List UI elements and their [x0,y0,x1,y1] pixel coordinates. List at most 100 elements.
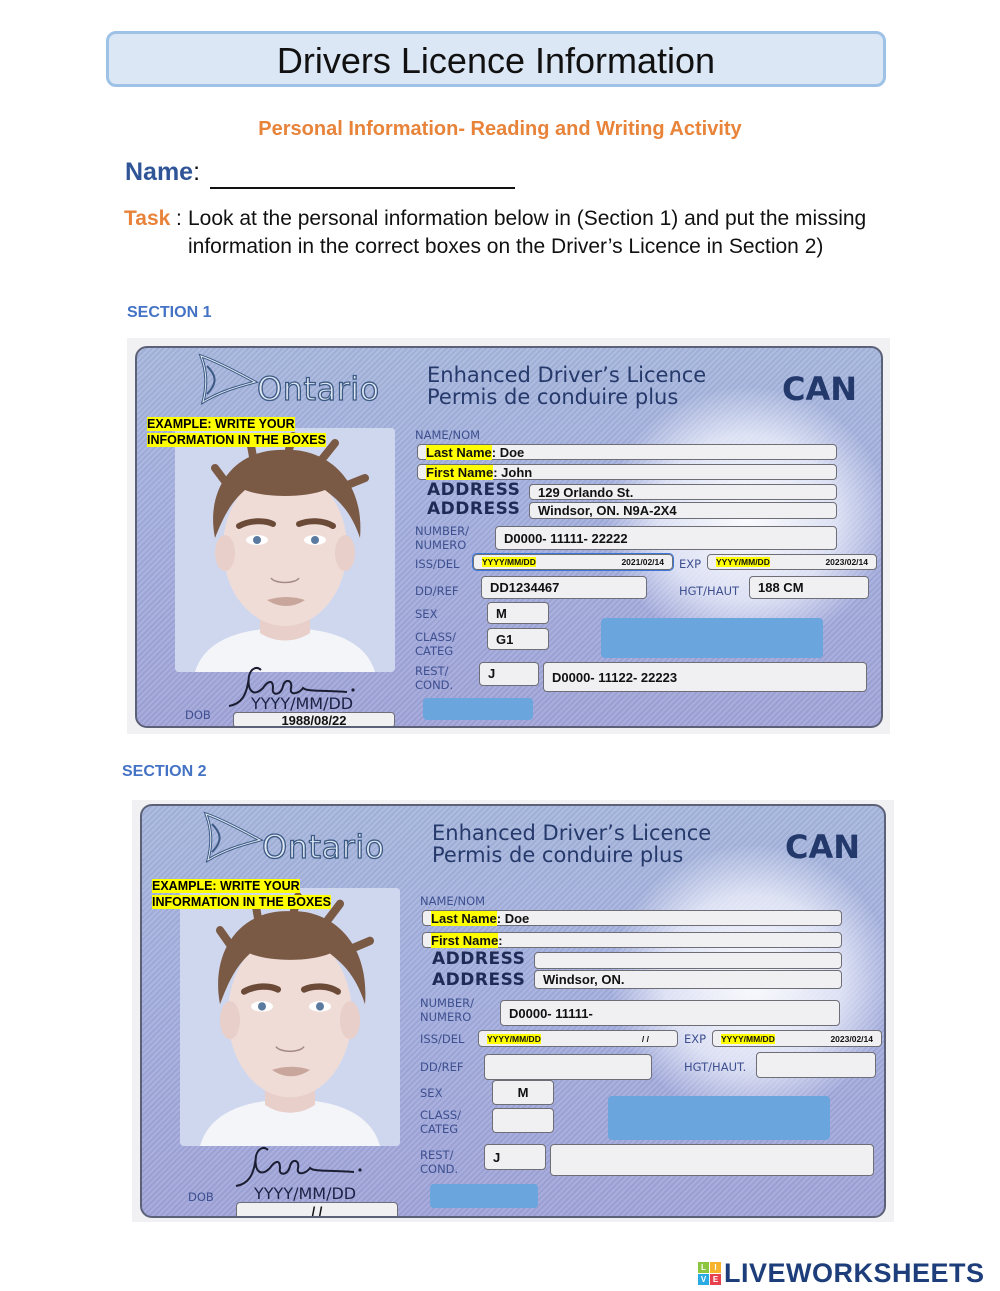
expiry-date-format: YYYY/MM/DD [721,1033,775,1044]
task-instructions: Task : Look at the personal information … [124,205,884,258]
issue-date-value: 2021/02/14 [621,557,664,567]
dob-label: DOB [188,1190,214,1204]
dob-field[interactable]: 1988/08/22 [233,712,395,726]
photo [180,888,400,1146]
redaction-block-small [430,1184,538,1208]
ddref-field[interactable] [484,1054,652,1080]
section-2-label: SECTION 2 [122,763,207,780]
number-label-fr: NUMERO [420,1010,472,1024]
face-portrait-icon [180,888,400,1146]
rest-label: REST/COND. [415,664,453,692]
name-label-text: Name [125,158,194,186]
rest-label-en: REST/ [420,1148,454,1162]
first-name-value: : John [493,464,533,480]
dob-field[interactable]: / / [236,1202,398,1216]
dob-format: YYYY/MM/DD [254,1184,357,1203]
rest-label: REST/COND. [420,1148,458,1176]
sex-field[interactable]: M [487,602,549,624]
ddref-label: DD/REF [415,584,459,598]
section-1-label: SECTION 1 [127,304,212,321]
last-name-label: Last Name [431,910,497,926]
rest-field[interactable]: J [479,662,539,686]
example-instruction: EXAMPLE: WRITE YOUR INFORMATION IN THE B… [147,416,326,448]
live-block-v: V [698,1274,709,1285]
last-name-field[interactable]: Last Name: Doe [422,910,842,926]
rest-label-en: REST/ [415,664,449,678]
conditions-field[interactable] [550,1144,874,1176]
first-name-field[interactable]: First Name: John [417,464,837,480]
conditions-field[interactable]: D0000- 11122- 22223 [543,662,867,692]
licence-number-field[interactable]: D0000- 11111- [500,1000,840,1026]
last-name-value: : Doe [491,444,525,460]
licence-number-field[interactable]: D0000- 11111- 22222 [495,526,837,550]
live-block-l: L [698,1262,709,1273]
name-label: Name: [125,158,200,187]
number-label-fr: NUMERO [415,538,467,552]
redaction-block [601,618,823,658]
example-line-1: EXAMPLE: WRITE YOUR [152,879,300,893]
issue-date-field[interactable]: YYYY/MM/DD / / [478,1030,678,1047]
expiry-date-field[interactable]: YYYY/MM/DD 2023/02/14 [707,554,877,570]
last-name-value: : Doe [496,910,530,926]
class-label-en: CLASS/ [415,630,457,644]
licence-card-example: Ontario Enhanced Driver’s Licence Permis… [135,346,883,728]
licence-card-exercise: Ontario Enhanced Driver’s Licence Permis… [140,804,886,1218]
address-line-2-field[interactable]: Windsor, ON. [534,970,842,989]
expiry-date-value: 2023/02/14 [825,557,868,567]
dob-format: YYYY/MM/DD [251,694,354,713]
class-field[interactable]: G1 [487,628,549,650]
ddref-label: DD/REF [420,1060,464,1074]
number-label-en: NUMBER/ [420,996,474,1010]
issue-date-format: YYYY/MM/DD [482,557,536,567]
class-label-en: CLASS/ [420,1108,462,1122]
height-label: HGT/HAUT. [684,1060,747,1074]
dob-label: DOB [185,708,211,722]
sex-field[interactable]: M [492,1080,554,1105]
class-label: CLASS/CATEG [415,630,456,658]
country-code: CAN [781,370,857,408]
number-label: NUMBER/NUMERO [420,996,474,1024]
rest-field[interactable]: J [484,1144,546,1170]
iss-label: ISS/DEL [415,557,460,571]
last-name-field[interactable]: Last Name: Doe [417,444,837,460]
class-label: CLASS/CATEG [420,1108,461,1136]
sex-label: SEX [415,607,438,621]
address-line-1-field[interactable] [534,952,842,969]
class-field[interactable] [492,1108,554,1133]
issue-date-format: YYYY/MM/DD [487,1033,541,1044]
live-blocks-icon: L I V E [698,1262,721,1285]
card-title-fr: Permis de conduire plus [427,385,679,409]
example-line-2: INFORMATION IN THE BOXES [147,433,326,447]
expiry-date-value: 2023/02/14 [830,1033,873,1044]
province-name: Ontario [256,369,380,408]
section-2-card-frame: Ontario Enhanced Driver’s Licence Permis… [132,800,894,1222]
example-line-1: EXAMPLE: WRITE YOUR [147,417,295,431]
first-name-field[interactable]: First Name: [422,932,842,948]
trillium-icon [198,353,259,406]
redaction-block [608,1096,830,1140]
photo [175,428,395,672]
address-line-2-field[interactable]: Windsor, ON. N9A-2X4 [529,502,837,519]
brand-name: LIVEWORKSHEETS [724,1258,985,1288]
first-name-value: : [498,932,503,948]
iss-label: ISS/DEL [420,1032,465,1046]
name-input-line[interactable] [210,187,515,189]
section-1-card-frame: Ontario Enhanced Driver’s Licence Permis… [127,338,890,734]
liveworksheets-logo[interactable]: L I V E LIVEWORKSHEETS [698,1258,985,1289]
first-name-label: First Name [426,464,494,480]
address-line-1-field[interactable]: 129 Orlando St. [529,484,837,500]
page-title: Drivers Licence Information [276,40,716,81]
issue-date-field[interactable]: YYYY/MM/DD 2021/02/14 [472,553,674,571]
rest-label-fr: COND. [415,678,454,692]
class-label-fr: CATEG [420,1122,459,1136]
height-field[interactable] [756,1052,876,1078]
page-subtitle: Personal Information- Reading and Writin… [258,118,742,140]
exp-label: EXP [679,557,702,571]
face-portrait-icon [175,428,395,672]
ddref-field[interactable]: DD1234467 [481,576,647,599]
card-title: Enhanced Driver’s Licence Permis de cond… [427,364,706,408]
class-label-fr: CATEG [415,644,454,658]
expiry-date-field[interactable]: YYYY/MM/DD 2023/02/14 [712,1030,882,1047]
last-name-label: Last Name [426,444,492,460]
height-field[interactable]: 188 CM [749,576,869,599]
